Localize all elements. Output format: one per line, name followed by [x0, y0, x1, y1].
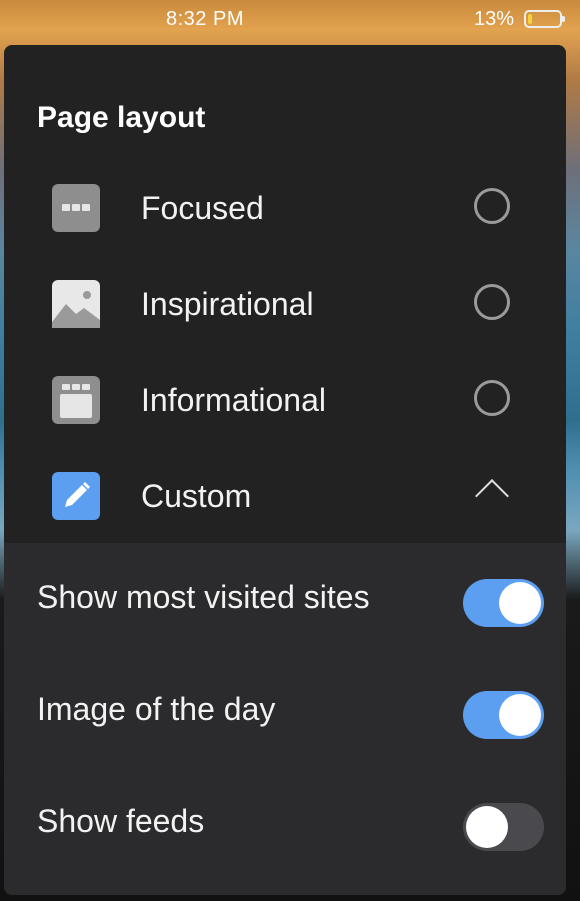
toggle-knob — [499, 582, 541, 624]
layout-option-label: Informational — [141, 382, 326, 418]
panel-title: Page layout — [37, 101, 206, 134]
option-row-most-visited: Show most visited sites — [4, 543, 566, 655]
option-label: Show feeds — [37, 803, 205, 839]
chevron-up-icon[interactable] — [475, 479, 509, 513]
image-layout-icon — [52, 280, 100, 328]
battery-level — [528, 14, 532, 24]
layout-option-focused[interactable]: Focused — [4, 160, 566, 256]
layout-option-label: Inspirational — [141, 286, 314, 322]
layout-option-label: Custom — [141, 478, 252, 514]
informational-layout-icon — [52, 376, 100, 424]
battery-icon — [524, 10, 565, 28]
status-bar: 8:32 PM 13% — [0, 0, 580, 40]
layout-option-custom[interactable]: Custom — [4, 448, 566, 544]
battery-percent: 13% — [473, 8, 514, 30]
focused-layout-icon — [52, 184, 100, 232]
image-of-day-toggle[interactable] — [463, 691, 544, 739]
focused-radio[interactable] — [474, 188, 510, 224]
option-row-image-of-day: Image of the day — [4, 655, 566, 767]
page-layout-panel: Page layout Focused Inspirational Inform… — [4, 45, 566, 895]
toggle-knob — [499, 694, 541, 736]
most-visited-toggle[interactable] — [463, 579, 544, 627]
layout-option-label: Focused — [141, 190, 264, 226]
show-feeds-toggle[interactable] — [463, 803, 544, 851]
option-row-show-feeds: Show feeds — [4, 767, 566, 879]
toggle-knob — [466, 806, 508, 848]
informational-radio[interactable] — [474, 380, 510, 416]
pencil-icon — [52, 472, 100, 520]
option-label: Show most visited sites — [37, 579, 370, 615]
inspirational-radio[interactable] — [474, 284, 510, 320]
layout-option-informational[interactable]: Informational — [4, 352, 566, 448]
status-time: 8:32 PM — [166, 8, 244, 30]
option-label: Image of the day — [37, 691, 276, 727]
custom-options-section: Show most visited sites Image of the day… — [4, 543, 566, 895]
layout-option-inspirational[interactable]: Inspirational — [4, 256, 566, 352]
